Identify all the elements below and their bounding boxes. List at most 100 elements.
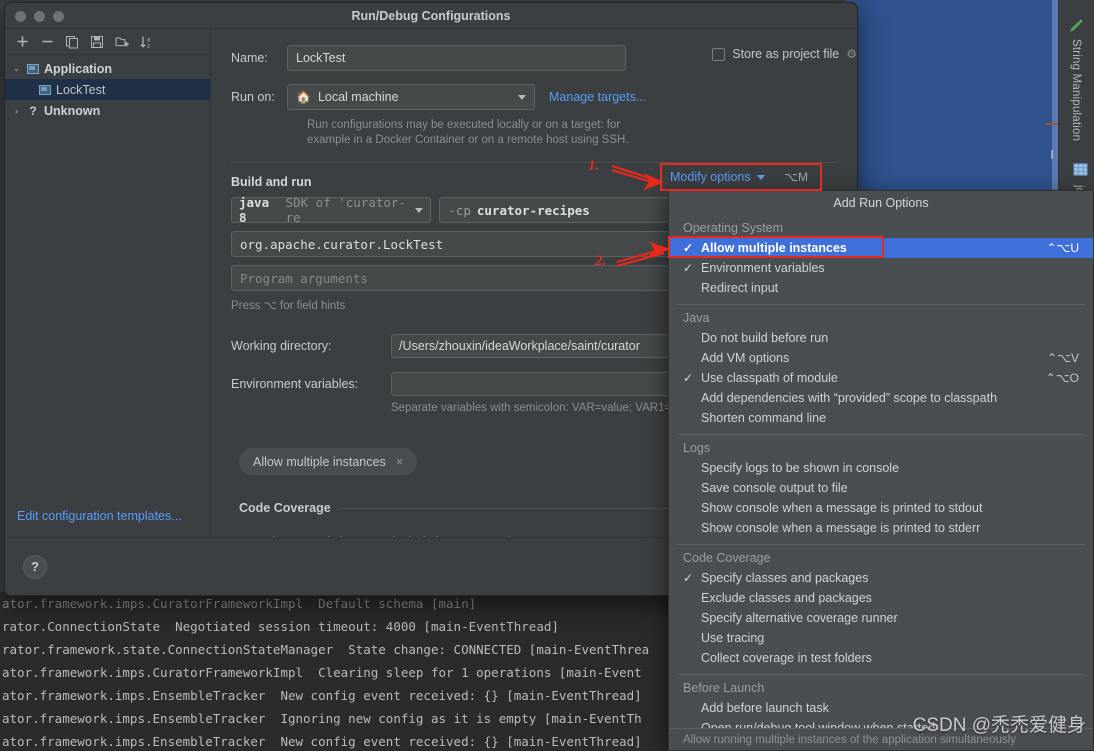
annotation-step-1: 1. xyxy=(588,158,600,174)
configuration-tree: ⌄ Application LockTest › ? Unknown xyxy=(5,55,210,121)
tree-node-application[interactable]: ⌄ Application xyxy=(5,58,210,79)
menu-item-label: Use classpath of module xyxy=(701,371,838,385)
menu-item-do-not-build-before-run[interactable]: Do not build before run xyxy=(669,328,1093,348)
environment-variables-label: Environment variables: xyxy=(231,377,359,391)
menu-item-show-console-stdout[interactable]: Show console when a message is printed t… xyxy=(669,498,1093,518)
menu-item-collect-coverage-in-test-folders[interactable]: Collect coverage in test folders xyxy=(669,648,1093,668)
pencil-icon xyxy=(1069,19,1083,32)
editor-marker xyxy=(1045,123,1059,125)
menu-item-shortcut: ⌃⌥O xyxy=(1045,371,1079,385)
close-button[interactable] xyxy=(15,11,26,22)
console-line: ator.framework.imps.EnsembleTracker New … xyxy=(2,734,642,749)
dialog-title: Run/Debug Configurations xyxy=(351,8,511,23)
menu-item-label: Save console output to file xyxy=(701,481,848,495)
menu-item-shortcut: ⌃⌥U xyxy=(1046,241,1079,255)
console-line: ator.framework.imps.EnsembleTracker Igno… xyxy=(2,711,642,726)
home-icon: 🏠 xyxy=(296,90,311,104)
editor-selection-area xyxy=(846,0,1058,200)
menu-item-add-provided-dependencies[interactable]: Add dependencies with “provided” scope t… xyxy=(669,388,1093,408)
menu-item-label: Specify classes and packages xyxy=(701,571,869,585)
check-icon: ✓ xyxy=(683,571,694,585)
sort-az-icon[interactable]: az xyxy=(139,34,155,50)
group-label-operating-system: Operating System xyxy=(683,221,784,235)
menu-item-exclude-classes-and-packages[interactable]: Exclude classes and packages xyxy=(669,588,1093,608)
allow-multiple-instances-chip[interactable]: Allow multiple instances × xyxy=(239,448,418,475)
menu-item-use-tracing[interactable]: Use tracing xyxy=(669,628,1093,648)
menu-item-specify-classes-and-packages[interactable]: ✓ Specify classes and packages xyxy=(669,568,1093,588)
gear-icon[interactable]: ⚙ xyxy=(846,47,857,61)
string-manipulation-label: String Manipulation xyxy=(1070,39,1082,142)
run-on-combobox[interactable]: 🏠 Local machine xyxy=(287,84,535,110)
minimize-button[interactable] xyxy=(34,11,45,22)
modify-options-button[interactable]: Modify options ⌥M xyxy=(660,165,818,189)
window-controls[interactable] xyxy=(15,11,64,22)
question-icon: ? xyxy=(29,103,37,118)
popup-title: Add Run Options xyxy=(669,191,1093,215)
menu-item-show-console-stderr[interactable]: Show console when a message is printed t… xyxy=(669,518,1093,538)
menu-item-allow-multiple-instances[interactable]: ✓ Allow multiple instances ⌃⌥U xyxy=(669,238,1093,258)
menu-item-environment-variables[interactable]: ✓ Environment variables xyxy=(669,258,1093,278)
copy-icon[interactable] xyxy=(64,34,80,50)
menu-item-shortcut: ⌃⌥V xyxy=(1047,351,1079,365)
chevron-down-icon xyxy=(756,174,765,180)
chevron-down-icon[interactable] xyxy=(518,94,526,100)
run-on-value: Local machine xyxy=(317,90,399,104)
jc-tool-tab[interactable]: jc xyxy=(1073,162,1088,193)
svg-text:z: z xyxy=(147,43,150,49)
classpath-module: curator-recipes xyxy=(476,202,590,218)
store-as-project-file-row[interactable]: Store as project file ⚙ xyxy=(712,47,857,61)
jre-combobox[interactable]: java 8 SDK of 'curator-re xyxy=(231,195,432,225)
group-label-java: Java xyxy=(683,311,710,325)
save-icon[interactable] xyxy=(89,34,105,50)
close-icon[interactable]: × xyxy=(396,454,404,469)
name-input[interactable]: LockTest xyxy=(287,45,626,71)
menu-item-save-console-output[interactable]: Save console output to file xyxy=(669,478,1093,498)
menu-item-label: Show console when a message is printed t… xyxy=(701,521,981,535)
store-as-project-file-label: Store as project file xyxy=(732,47,840,61)
table-icon xyxy=(1073,163,1088,176)
add-icon[interactable] xyxy=(14,34,30,50)
watermark: CSDN @禿禿爱健身 xyxy=(912,715,1086,736)
tree-node-locktest[interactable]: LockTest xyxy=(5,79,210,100)
menu-item-shorten-command-line[interactable]: Shorten command line xyxy=(669,408,1093,428)
remove-icon[interactable] xyxy=(39,34,55,50)
editor-caret xyxy=(1051,150,1053,159)
add-run-options-popup: Add Run Options Operating System ✓ Allow… xyxy=(668,190,1094,751)
console-line: ator.framework.imps.EnsembleTracker New … xyxy=(2,688,642,703)
classpath-flag: -cp xyxy=(448,202,471,218)
edit-configuration-templates-link[interactable]: Edit configuration templates... xyxy=(17,509,182,523)
coverage-packages-label: Packages and classes to include in cover… xyxy=(251,535,528,537)
menu-item-specify-alternative-coverage-runner[interactable]: Specify alternative coverage runner xyxy=(669,608,1093,628)
run-on-hint-line1: Run configurations may be executed local… xyxy=(307,119,621,131)
menu-item-label: Add dependencies with “provided” scope t… xyxy=(701,391,998,405)
chevron-down-icon[interactable] xyxy=(415,207,424,213)
menu-item-redirect-input[interactable]: Redirect input xyxy=(669,278,1093,298)
check-icon: ✓ xyxy=(683,371,694,385)
zoom-button[interactable] xyxy=(53,11,64,22)
run-on-label: Run on: xyxy=(231,90,275,104)
application-icon xyxy=(27,63,39,74)
menu-item-specify-logs[interactable]: Specify logs to be shown in console xyxy=(669,458,1093,478)
menu-item-label: Exclude classes and packages xyxy=(701,591,872,605)
console-line: rator.ConnectionState Negotiated session… xyxy=(2,619,559,634)
tree-node-unknown[interactable]: › ? Unknown xyxy=(5,100,210,121)
code-coverage-title: Code Coverage xyxy=(239,501,331,515)
menu-item-use-classpath-of-module[interactable]: ✓ Use classpath of module ⌃⌥O xyxy=(669,368,1093,388)
run-on-row: Run on: 🏠 Local machine Manage targets..… xyxy=(211,84,857,110)
manage-targets-link[interactable]: Manage targets... xyxy=(549,90,646,104)
menu-item-add-vm-options[interactable]: Add VM options ⌃⌥V xyxy=(669,348,1093,368)
folder-add-icon[interactable] xyxy=(114,34,130,50)
group-label-before-launch: Before Launch xyxy=(683,681,765,695)
console-line: rator.framework.state.ConnectionStateMan… xyxy=(2,642,650,657)
annotation-step-2: 2. xyxy=(595,253,607,269)
chevron-down-icon[interactable]: ⌄ xyxy=(11,63,22,74)
tree-node-label: Application xyxy=(44,61,113,76)
check-icon: ✓ xyxy=(683,261,694,275)
chevron-right-icon[interactable]: › xyxy=(11,106,22,116)
string-manipulation-tool-tab[interactable]: String Manipulation xyxy=(1062,18,1090,141)
help-button[interactable]: ? xyxy=(23,554,47,579)
store-as-project-file-checkbox[interactable] xyxy=(712,47,726,61)
menu-item-label: Add before launch task xyxy=(701,701,829,715)
name-label: Name: xyxy=(231,51,268,65)
group-label-code-coverage: Code Coverage xyxy=(683,551,771,565)
